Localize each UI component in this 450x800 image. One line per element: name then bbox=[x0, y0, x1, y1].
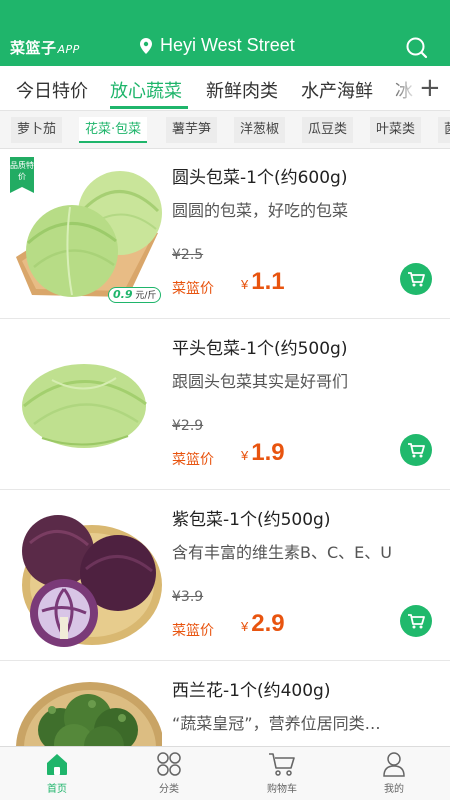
product-image bbox=[12, 499, 162, 649]
category-tab-specials[interactable]: 今日特价 bbox=[16, 77, 88, 103]
add-to-cart-button[interactable] bbox=[400, 434, 432, 466]
add-to-cart-button[interactable] bbox=[400, 263, 432, 295]
subcategory-bar: 萝卜茄 花菜·包菜 薯芋笋 洋葱椒 瓜豆类 叶菜类 菌 bbox=[0, 111, 450, 149]
active-tab-indicator bbox=[110, 106, 188, 109]
app-logo: 菜篮子APP bbox=[10, 37, 80, 58]
tab-label: 购物车 bbox=[267, 784, 297, 795]
unit-price-tag: 0.9 元/斤 bbox=[108, 287, 162, 303]
price-value: 1.9 bbox=[251, 439, 285, 466]
cart-icon bbox=[269, 753, 295, 776]
subcategory-tubers[interactable]: 薯芋笋 bbox=[166, 117, 218, 143]
original-price: ¥2.5 bbox=[172, 247, 204, 263]
search-button[interactable] bbox=[405, 36, 429, 60]
tab-home[interactable]: 首页 bbox=[17, 751, 97, 795]
tab-label: 分类 bbox=[159, 784, 179, 795]
bottom-tab-bar: 首页 分类 购物车 我的 bbox=[0, 746, 450, 800]
tab-label: 我的 bbox=[384, 784, 404, 795]
product-description: 跟圆头包菜其实是好哥们 bbox=[172, 372, 349, 391]
current-price: ¥1.1 bbox=[241, 268, 285, 296]
plus-icon[interactable]: + bbox=[419, 75, 441, 101]
subcategory-leafy[interactable]: 叶菜类 bbox=[370, 117, 422, 143]
cart-icon bbox=[408, 614, 425, 629]
price-value: 2.9 bbox=[251, 610, 285, 637]
price-value: 1.1 bbox=[251, 268, 285, 295]
product-item[interactable]: 平头包菜-1个(约500g) 跟圆头包菜其实是好哥们 ¥2.9 菜篮价 ¥1.9 bbox=[0, 320, 450, 490]
currency-symbol: ¥ bbox=[241, 619, 249, 634]
unit-price-value: 0.9 bbox=[113, 288, 133, 301]
tab-categories[interactable]: 分类 bbox=[129, 751, 209, 795]
product-item[interactable]: 西兰花-1个(约400g) “蔬菜皇冠”，营养位居同类… bbox=[0, 662, 450, 746]
app-header: 菜篮子APP Heyi West Street bbox=[0, 0, 450, 66]
currency-symbol: ¥ bbox=[241, 448, 249, 463]
location-text: Heyi West Street bbox=[160, 35, 295, 55]
user-icon bbox=[383, 752, 405, 777]
price-label: 菜篮价 bbox=[172, 281, 214, 297]
product-item[interactable]: 紫包菜-1个(约500g) 含有丰富的维生素B、C、E、U ¥3.9 菜篮价 ¥… bbox=[0, 491, 450, 661]
product-name: 西兰花-1个(约400g) bbox=[172, 681, 331, 701]
tab-cart[interactable]: 购物车 bbox=[242, 751, 322, 795]
cart-icon bbox=[408, 443, 425, 458]
category-tab-meat[interactable]: 新鲜肉类 bbox=[206, 77, 278, 103]
subcategory-radish[interactable]: 萝卜茄 bbox=[11, 117, 63, 143]
product-item[interactable]: 品质特价 0.9 元/斤 圆头包菜-1个(约600g) 圆圆的包菜，好吃的包菜 … bbox=[0, 149, 450, 319]
home-icon bbox=[47, 754, 67, 775]
quality-special-badge: 品质特价 bbox=[10, 157, 34, 193]
search-icon bbox=[406, 37, 428, 59]
product-description: 圆圆的包菜，好吃的包菜 bbox=[172, 201, 349, 220]
logo-suffix: APP bbox=[57, 43, 80, 56]
location-selector[interactable]: Heyi West Street bbox=[140, 35, 295, 56]
product-name: 平头包菜-1个(约500g) bbox=[172, 339, 348, 359]
subcategory-mushroom[interactable]: 菌 bbox=[438, 117, 450, 143]
subcategory-cabbage[interactable]: 花菜·包菜 bbox=[79, 117, 148, 143]
product-name: 圆头包菜-1个(约600g) bbox=[172, 168, 348, 188]
price-label: 菜篮价 bbox=[172, 623, 214, 639]
original-price: ¥3.9 bbox=[172, 589, 204, 605]
subcategory-melon-bean[interactable]: 瓜豆类 bbox=[302, 117, 354, 143]
product-image bbox=[12, 157, 162, 307]
product-description: “蔬菜皇冠”，营养位居同类… bbox=[172, 714, 381, 733]
category-tab-seafood[interactable]: 水产海鲜 bbox=[301, 77, 373, 103]
product-image bbox=[12, 670, 164, 746]
current-price: ¥1.9 bbox=[241, 439, 285, 467]
subcategory-onion-pepper[interactable]: 洋葱椒 bbox=[234, 117, 286, 143]
product-image bbox=[12, 328, 162, 478]
price-label: 菜篮价 bbox=[172, 452, 214, 468]
currency-symbol: ¥ bbox=[241, 277, 249, 292]
product-description: 含有丰富的维生素B、C、E、U bbox=[172, 543, 392, 562]
unit-price-suffix: 元/斤 bbox=[135, 291, 157, 301]
category-tab-vegetables[interactable]: 放心蔬菜 bbox=[110, 77, 182, 103]
product-name: 紫包菜-1个(约500g) bbox=[172, 510, 331, 530]
tab-profile[interactable]: 我的 bbox=[354, 751, 434, 795]
add-to-cart-button[interactable] bbox=[400, 605, 432, 637]
cart-icon bbox=[408, 272, 425, 287]
tab-label: 首页 bbox=[47, 784, 67, 795]
grid-icon bbox=[157, 752, 181, 776]
map-pin-icon bbox=[140, 37, 152, 54]
original-price: ¥2.9 bbox=[172, 418, 204, 434]
logo-text: 菜篮子 bbox=[10, 39, 57, 57]
product-list: 品质特价 0.9 元/斤 圆头包菜-1个(约600g) 圆圆的包菜，好吃的包菜 … bbox=[0, 149, 450, 746]
current-price: ¥2.9 bbox=[241, 610, 285, 638]
category-tabs: 今日特价 放心蔬菜 新鲜肉类 水产海鲜 冰 + bbox=[0, 66, 450, 111]
